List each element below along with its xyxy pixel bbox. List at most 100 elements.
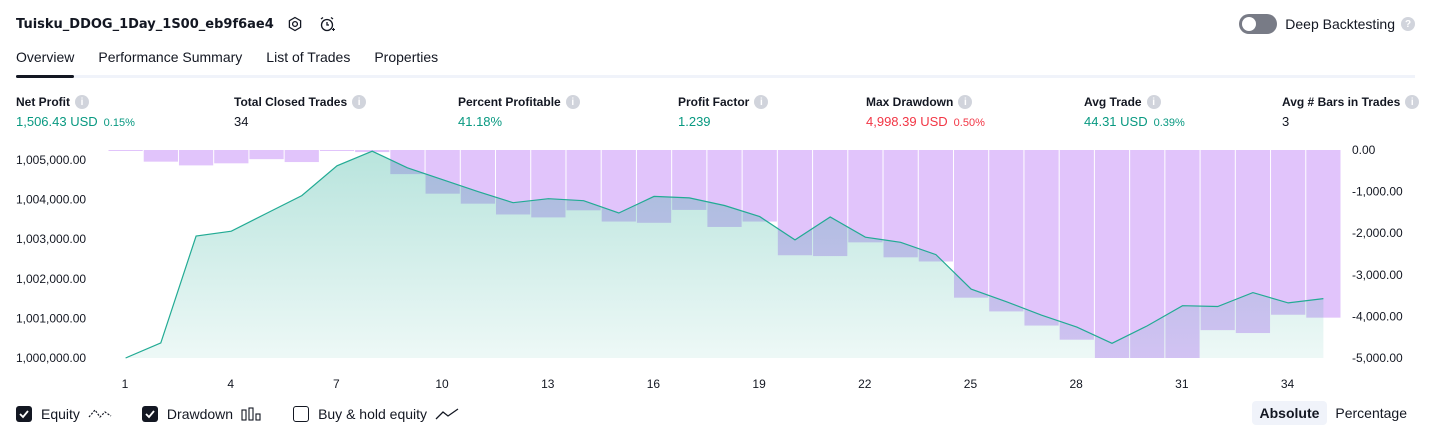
metric-avg-trade: Avg Trade i 44.31 USD 0.39% [1084, 94, 1185, 129]
info-icon[interactable]: i [958, 95, 973, 109]
settings-icon[interactable] [284, 13, 306, 35]
right-axis-tick: -2,000.00 [1352, 226, 1403, 240]
left-axis-tick: 1,003,000.00 [16, 232, 86, 246]
legend-drawdown[interactable]: Drawdown [141, 406, 263, 422]
drawdown-bar [1094, 150, 1130, 358]
tab-overview[interactable]: Overview [16, 44, 75, 78]
metric-label: Avg # Bars in Trades [1282, 95, 1401, 109]
drawdown-bar [953, 150, 989, 298]
left-axis-tick: 1,005,000.00 [16, 153, 86, 167]
drawdown-bar [1271, 150, 1306, 315]
tab-properties[interactable]: Properties [374, 44, 438, 75]
x-axis-tick: 10 [435, 377, 449, 391]
drawdown-checkbox[interactable] [141, 406, 158, 422]
info-icon[interactable]: i [75, 95, 89, 109]
drawdown-bar [848, 150, 883, 243]
x-axis-tick: 31 [1175, 377, 1189, 391]
left-axis-tick: 1,004,000.00 [16, 193, 86, 207]
right-axis-tick: -4,000.00 [1352, 309, 1403, 323]
x-axis-tick: 34 [1281, 377, 1295, 391]
equity-line-icon [88, 407, 112, 421]
metric-label: Profit Factor [678, 95, 750, 109]
metric-avg-bars: Avg # Bars in Trades i 3 [1282, 94, 1420, 129]
tab-bar: Overview Performance Summary List of Tra… [16, 44, 1415, 78]
right-axis-tick: 0.00 [1352, 143, 1376, 157]
x-axis-tick: 4 [227, 377, 234, 391]
drawdown-bar [1306, 150, 1341, 318]
metric-label: Total Closed Trades [234, 95, 348, 109]
buy-hold-line-icon [435, 407, 459, 421]
right-axis-tick: -3,000.00 [1352, 268, 1403, 282]
legend-label: Drawdown [166, 406, 234, 422]
drawdown-bar [108, 150, 143, 151]
deep-backtesting-toggle[interactable] [1239, 14, 1278, 34]
metric-value: 1.239 [678, 114, 711, 129]
drawdown-bar [1024, 150, 1059, 326]
metric-value: 44.31 USD [1084, 114, 1148, 129]
drawdown-bars-icon [241, 407, 263, 421]
deep-backtesting-label: Deep Backtesting [1285, 16, 1395, 32]
info-icon[interactable]: i [352, 95, 367, 109]
x-axis-tick: 28 [1069, 377, 1083, 391]
x-axis-tick: 13 [541, 377, 555, 391]
legend-buy-hold[interactable]: Buy & hold equity [293, 406, 459, 422]
help-icon[interactable]: ? [1401, 17, 1415, 31]
x-axis-tick: 19 [752, 377, 766, 391]
deep-backtesting: Deep Backtesting ? [1239, 12, 1415, 36]
metric-total-closed-trades: Total Closed Trades i 34 [234, 94, 367, 129]
left-axis-tick: 1,002,000.00 [16, 272, 86, 286]
drawdown-bar [319, 150, 355, 151]
drawdown-bar [989, 150, 1024, 312]
x-axis-tick: 22 [858, 377, 872, 391]
legend-equity[interactable]: Equity [16, 406, 112, 422]
metric-profit-factor: Profit Factor i 1.239 [678, 94, 769, 129]
tab-list-of-trades[interactable]: List of Trades [266, 44, 350, 75]
info-icon[interactable]: i [754, 95, 769, 109]
drawdown-bar [1059, 150, 1094, 340]
mode-absolute[interactable]: Absolute [1251, 401, 1328, 425]
drawdown-bar [214, 150, 249, 164]
metric-label: Net Profit [16, 95, 70, 109]
equity-checkbox[interactable] [16, 406, 32, 422]
tab-performance-summary[interactable]: Performance Summary [98, 44, 242, 75]
strategy-name: Tuisku_DDOG_1Day_1S00_eb9f6ae4 [16, 16, 274, 32]
metric-percent-profitable: Percent Profitable i 41.18% [458, 94, 580, 129]
x-axis-tick: 7 [333, 377, 340, 391]
left-axis-tick: 1,001,000.00 [16, 311, 86, 325]
legend-label: Equity [41, 406, 80, 422]
metric-value: 34 [234, 114, 249, 129]
legend-label: Buy & hold equity [318, 406, 428, 422]
right-axis-tick: -1,000.00 [1352, 185, 1403, 199]
drawdown-bar [249, 150, 284, 160]
mode-percentage[interactable]: Percentage [1327, 401, 1415, 425]
x-axis-tick: 1 [122, 377, 129, 391]
left-axis-tick: 1,000,000.00 [16, 351, 86, 365]
x-axis-tick: 16 [647, 377, 661, 391]
right-axis-tick: -5,000.00 [1352, 351, 1403, 365]
value-mode-switch: Absolute Percentage [1251, 401, 1416, 425]
info-icon[interactable]: i [1146, 95, 1161, 109]
drawdown-bar [284, 150, 319, 163]
drawdown-bar [178, 150, 214, 166]
metric-percent: 0.39% [1153, 117, 1185, 129]
info-icon[interactable]: i [565, 95, 580, 109]
chart-legend: Equity Drawdown Buy & hold equity [16, 402, 489, 426]
equity-drawdown-chart[interactable]: 1,005,000.00 1,004,000.00 1,003,000.00 1,00… [0, 140, 1431, 396]
buy-hold-checkbox[interactable] [293, 406, 310, 422]
strategy-header: Tuisku_DDOG_1Day_1S00_eb9f6ae4 [16, 12, 338, 36]
metric-label: Max Drawdown [866, 95, 954, 109]
metric-label: Avg Trade [1084, 95, 1142, 109]
metric-value: 4,998.39 USD [866, 114, 948, 129]
x-axis-tick: 25 [964, 377, 978, 391]
toggle-knob [1242, 17, 1257, 31]
metric-value: 41.18% [458, 114, 503, 129]
drawdown-bar [143, 150, 178, 162]
metric-percent: 0.15% [103, 117, 135, 129]
info-icon[interactable]: i [1405, 95, 1420, 109]
drawdown-bar [742, 150, 777, 222]
metric-net-profit: Net Profit i 1,506.43 USD 0.15% [16, 94, 135, 129]
metric-value: 1,506.43 USD [16, 114, 98, 129]
alarm-clock-icon[interactable] [316, 13, 338, 35]
drawdown-bar [918, 150, 953, 262]
metric-percent: 0.50% [953, 117, 985, 129]
